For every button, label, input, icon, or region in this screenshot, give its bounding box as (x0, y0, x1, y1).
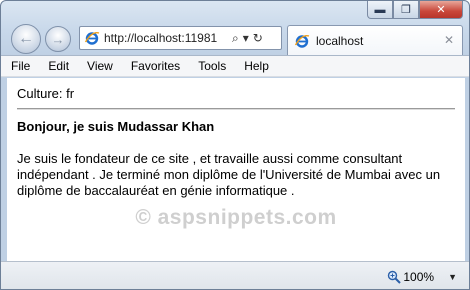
navigation-row: ← → http://localhost:11981 ⌕ ▾ ↻ localho… (7, 23, 465, 55)
tab-localhost[interactable]: localhost ✕ (287, 25, 463, 55)
url-text[interactable]: http://localhost:11981 (104, 31, 228, 45)
menu-tools[interactable]: Tools (198, 59, 226, 73)
chevron-down-icon[interactable]: ▾ (243, 31, 249, 45)
zoom-dropdown-icon[interactable]: ▼ (448, 272, 457, 282)
close-button[interactable]: ✕ (419, 1, 463, 19)
menu-favorites[interactable]: Favorites (131, 59, 180, 73)
divider (17, 108, 455, 110)
arrow-left-icon: ← (18, 30, 34, 47)
menu-view[interactable]: View (87, 59, 113, 73)
arrow-right-icon: → (51, 31, 65, 47)
tab-close-icon[interactable]: ✕ (444, 33, 454, 47)
ie-icon (294, 34, 310, 48)
back-button[interactable]: ← (11, 24, 41, 54)
bio-paragraph: Je suis le fondateur de ce site , et tra… (17, 151, 441, 198)
magnifier-icon (388, 270, 402, 284)
culture-label: Culture: fr (17, 86, 75, 101)
zoom-level: 100% (403, 269, 435, 284)
forward-button[interactable]: → (45, 26, 71, 52)
menu-help[interactable]: Help (244, 59, 269, 73)
watermark: © aspsnippets.com (135, 206, 337, 229)
status-bar: 100% ▼ (1, 261, 469, 289)
ie-icon (84, 32, 100, 45)
page-content: Culture: fr Bonjour, je suis Mudassar Kh… (7, 78, 465, 261)
menu-bar: File Edit View Favorites Tools Help (1, 55, 469, 77)
restore-button[interactable]: ❐ (393, 1, 419, 19)
address-bar[interactable]: http://localhost:11981 ⌕ ▾ ↻ (79, 26, 282, 50)
window-controls: ▬ ❐ ✕ (367, 1, 463, 19)
browser-window: ▬ ❐ ✕ ← → http://localhost:11981 ⌕ ▾ ↻ l… (0, 0, 470, 290)
menu-edit[interactable]: Edit (48, 59, 69, 73)
refresh-icon[interactable]: ↻ (253, 31, 263, 45)
zoom-control[interactable]: 100% ▼ (387, 270, 457, 284)
minimize-button[interactable]: ▬ (367, 1, 393, 19)
address-actions: ⌕ ▾ ↻ (230, 31, 265, 46)
search-icon[interactable]: ⌕ (232, 31, 239, 46)
menu-file[interactable]: File (11, 59, 30, 73)
greeting-heading: Bonjour, je suis Mudassar Khan (17, 119, 215, 134)
tab-title: localhost (316, 33, 364, 48)
